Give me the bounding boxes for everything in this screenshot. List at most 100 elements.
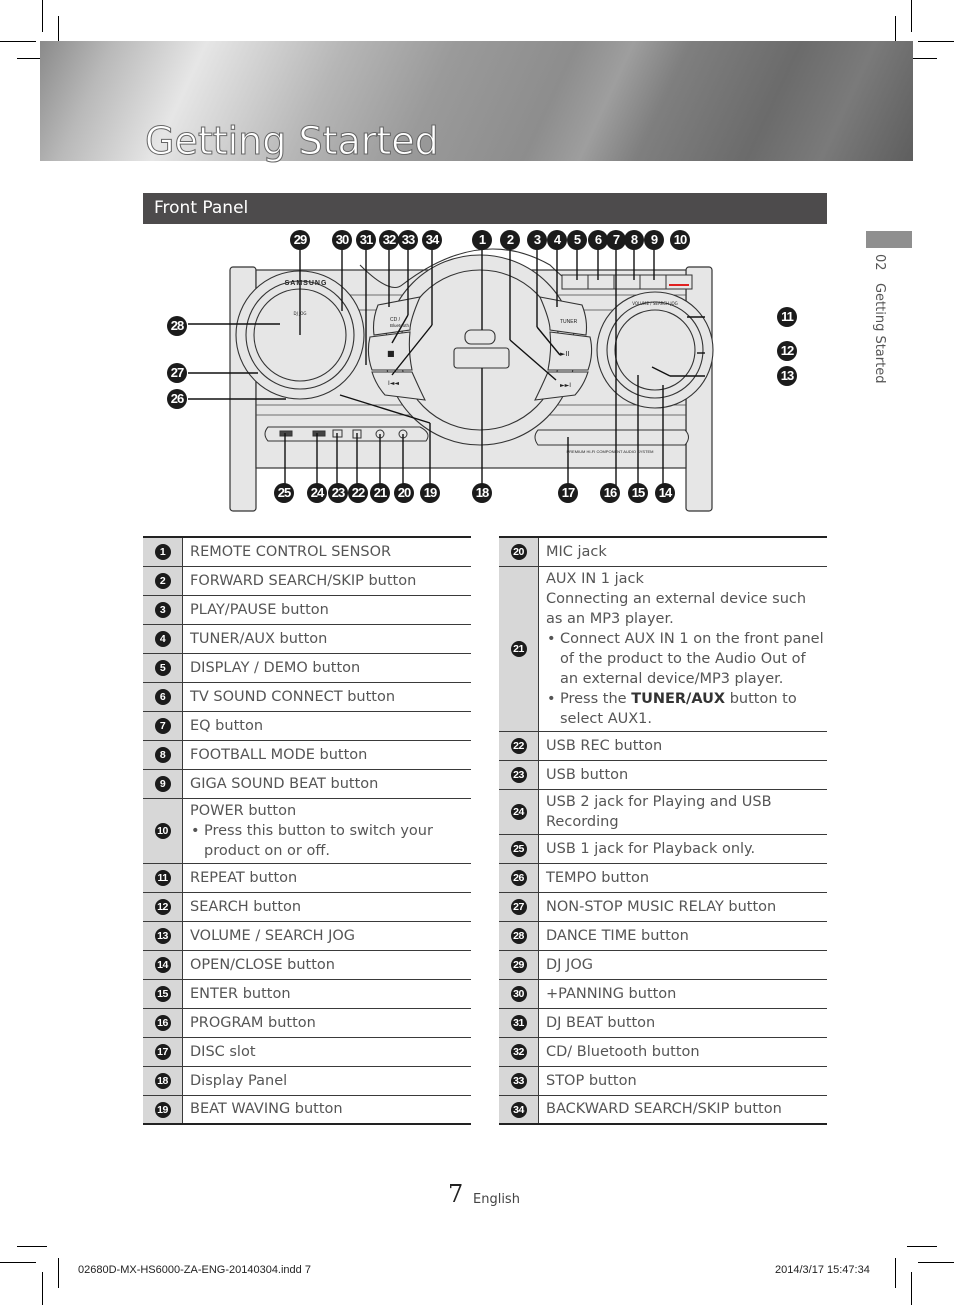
item-description: USB 2 jack for Playing and USB Recording (546, 793, 772, 830)
item-number: 22 (510, 738, 527, 754)
item-notes: Connect AUX IN 1 on the front panel of t… (546, 629, 827, 729)
item-number: 21 (510, 641, 527, 657)
callout-6: 6 (588, 230, 608, 250)
dj-jog-ring-label: DJ JOG (294, 311, 307, 316)
item-note: Connect AUX IN 1 on the front panel of t… (546, 629, 827, 689)
disc-slot (534, 429, 689, 446)
item-description: TUNER/AUX button (190, 630, 328, 647)
item-number-cell: 24 (499, 789, 539, 835)
table-row: 11 REPEAT button (143, 863, 471, 893)
item-number: 12 (154, 899, 171, 915)
item-number: 24 (510, 804, 527, 820)
front-panel-illustration: SAMSUNG CD / Bluetooth ■ I◄◄ TUNER ►II ►… (188, 248, 714, 512)
item-number-cell: 3 (143, 595, 183, 625)
item-description-cell: OPEN/CLOSE button (182, 950, 471, 980)
callout-3: 3 (527, 230, 547, 250)
item-description-cell: REMOTE CONTROL SENSOR (182, 536, 471, 567)
table-row: 31 DJ BEAT button (499, 1008, 827, 1038)
play-pause-button (547, 331, 593, 371)
item-number-cell: 22 (499, 731, 539, 761)
item-description-cell: TV SOUND CONNECT button (182, 682, 471, 712)
item-description: STOP button (546, 1072, 637, 1089)
item-description-cell: TUNER/AUX button (182, 624, 471, 654)
callout-2: 2 (500, 230, 520, 250)
callout-13: 13 (777, 366, 797, 386)
item-description-cell: FOOTBALL MODE button (182, 740, 471, 770)
item-number: 4 (154, 631, 171, 647)
item-description-cell: EQ button (182, 711, 471, 741)
item-number: 10 (154, 823, 171, 839)
table-row: 12 SEARCH button (143, 892, 471, 922)
item-number-cell: 29 (499, 950, 539, 980)
item-description: USB button (546, 766, 629, 783)
table-row: 34 BACKWARD SEARCH/SKIP button (499, 1095, 827, 1125)
table-row: 24 USB 2 jack for Playing and USB Recordi… (499, 789, 827, 835)
callout-1: 1 (472, 230, 492, 250)
callout-22: 22 (348, 483, 368, 503)
crop-mark (918, 1262, 954, 1263)
item-description: POWER button (190, 802, 297, 819)
item-description: EQ button (190, 717, 264, 734)
item-description: BEAT WAVING button (190, 1101, 343, 1118)
item-description-cell: +PANNING button (538, 979, 827, 1009)
item-description-cell: BACKWARD SEARCH/SKIP button (538, 1095, 827, 1125)
table-row: 26 TEMPO button (499, 863, 827, 893)
item-number-cell: 6 (143, 682, 183, 712)
item-number-cell: 30 (499, 979, 539, 1009)
callout-25: 25 (274, 483, 294, 503)
table-row: 18 Display Panel (143, 1066, 471, 1096)
item-description-cell: MIC jack (538, 536, 827, 567)
item-description: GIGA SOUND BEAT button (190, 775, 379, 792)
item-description-cell: FORWARD SEARCH/SKIP button (182, 566, 471, 596)
skip-forward-glyph: ►►I (560, 382, 571, 389)
item-description-cell: STOP button (538, 1066, 827, 1096)
front-panel-diagram: SAMSUNG CD / Bluetooth ■ I◄◄ TUNER ►II ►… (140, 225, 820, 515)
item-description-cell: AUX IN 1 jack Connecting an external devi… (538, 566, 827, 732)
table-row: 25 USB 1 jack for Playback only. (499, 834, 827, 864)
crop-mark (0, 41, 36, 42)
item-description-cell: REPEAT button (182, 863, 471, 893)
item-note: Press this button to switch your product… (190, 821, 471, 861)
item-number-cell: 15 (143, 979, 183, 1009)
item-description: DANCE TIME button (546, 927, 689, 944)
callout-28: 28 (167, 316, 187, 336)
crop-mark (911, 0, 912, 32)
crop-mark (42, 0, 43, 32)
item-description-cell: PLAY/PAUSE button (182, 595, 471, 625)
table-row: 21 AUX IN 1 jack Connecting an external de… (499, 566, 827, 732)
item-note: Press the TUNER/AUX button to select AUX… (546, 689, 827, 729)
table-row: 3 PLAY/PAUSE button (143, 595, 471, 625)
item-description-cell: DJ JOG (538, 950, 827, 980)
item-number: 5 (154, 660, 171, 676)
tv-sound-connect-button (587, 274, 615, 290)
item-number-cell: 20 (499, 536, 539, 567)
item-description: VOLUME / SEARCH JOG (190, 927, 356, 944)
table-row: 27 NON-STOP MUSIC RELAY button (499, 892, 827, 922)
item-description: FOOTBALL MODE button (190, 746, 368, 763)
callout-17: 17 (558, 483, 578, 503)
item-description-cell: USB 2 jack for Playing and USB Recording (538, 789, 827, 835)
table-row: 16 PROGRAM button (143, 1008, 471, 1038)
item-number-cell: 1 (143, 536, 183, 567)
football-mode-button (613, 274, 641, 290)
table-row: 9 GIGA SOUND BEAT button (143, 769, 471, 799)
item-number: 15 (154, 986, 171, 1002)
table-row: 2 FORWARD SEARCH/SKIP button (143, 566, 471, 596)
item-number-cell: 9 (143, 769, 183, 799)
crop-mark (17, 1246, 47, 1247)
item-number: 27 (510, 899, 527, 915)
item-number: 3 (154, 602, 171, 618)
item-description: TEMPO button (546, 869, 650, 886)
item-number: 13 (154, 928, 171, 944)
table-row: 28 DANCE TIME button (499, 921, 827, 951)
page-number: 7 (448, 1180, 464, 1208)
item-description-cell: USB button (538, 760, 827, 790)
table-row: 5 DISPLAY / DEMO button (143, 653, 471, 683)
item-number-cell: 4 (143, 624, 183, 654)
item-description: ENTER button (190, 985, 291, 1002)
item-number: 32 (510, 1044, 527, 1060)
usb1-port (279, 430, 293, 437)
callout-23: 23 (328, 483, 348, 503)
item-description-cell: USB 1 jack for Playback only. (538, 834, 827, 864)
crop-mark (907, 1246, 937, 1247)
